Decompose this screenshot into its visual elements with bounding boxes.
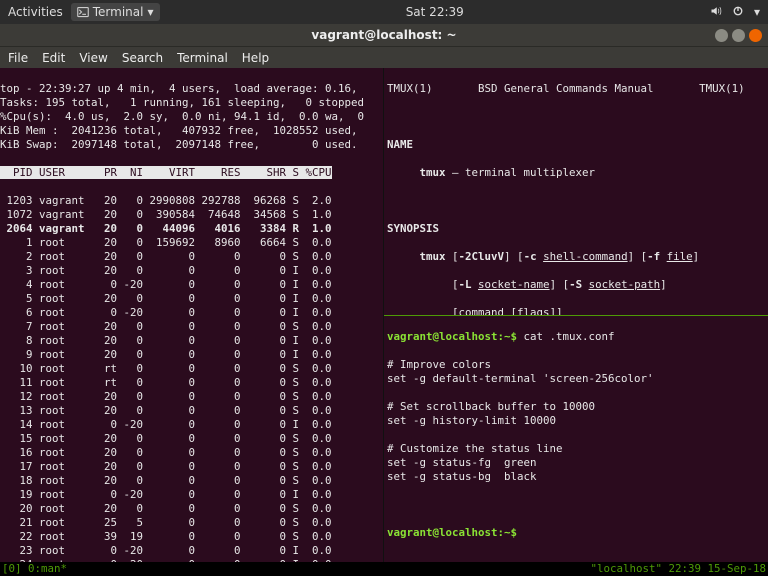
menu-edit[interactable]: Edit xyxy=(42,51,65,65)
clock[interactable]: Sat 22:39 xyxy=(160,5,710,19)
maximize-button[interactable] xyxy=(732,29,745,42)
window-titlebar: vagrant@localhost: ~ xyxy=(0,24,768,46)
window-title: vagrant@localhost: ~ xyxy=(311,28,456,42)
man-name-line: tmux — terminal multiplexer xyxy=(387,166,765,180)
minimize-button[interactable] xyxy=(715,29,728,42)
menu-help[interactable]: Help xyxy=(242,51,269,65)
shell-output: # Improve colors set -g default-terminal… xyxy=(387,358,765,484)
app-menu[interactable]: Terminal ▾ xyxy=(71,3,160,21)
power-icon[interactable] xyxy=(732,5,744,20)
menubar: File Edit View Search Terminal Help xyxy=(0,46,768,68)
menu-file[interactable]: File xyxy=(8,51,28,65)
man-synopsis-1: tmux [-2CluvV] [-c shell-command] [-f fi… xyxy=(387,250,765,264)
man-header: TMUX(1) BSD General Commands Manual TMUX… xyxy=(387,82,765,96)
tmux-statusbar: [0] 0:man* "localhost" 22:39 15-Sep-18 xyxy=(0,562,768,576)
tmux-pane-shell[interactable]: vagrant@localhost:~$ cat .tmux.conf # Im… xyxy=(384,316,768,576)
man-section-name: NAME xyxy=(387,138,765,152)
shell-prompt: vagrant@localhost:~$ xyxy=(387,526,517,539)
shell-prompt: vagrant@localhost:~$ xyxy=(387,330,517,343)
menu-view[interactable]: View xyxy=(79,51,107,65)
shell-command: cat .tmux.conf xyxy=(517,330,615,343)
tmux-status-right: "localhost" 22:39 15-Sep-18 xyxy=(590,562,766,576)
man-synopsis-2: [-L socket-name] [-S socket-path] xyxy=(387,278,765,292)
activities-button[interactable]: Activities xyxy=(8,5,63,19)
man-section-synopsis: SYNOPSIS xyxy=(387,222,765,236)
top-columns-header: PID USER PR NI VIRT RES SHR S %CPU xyxy=(0,166,332,179)
menu-search[interactable]: Search xyxy=(122,51,163,65)
chevron-down-icon: ▾ xyxy=(147,5,153,19)
chevron-down-icon[interactable]: ▾ xyxy=(754,5,760,19)
man-synopsis-3: [command [flags]] xyxy=(387,306,765,316)
sound-icon[interactable] xyxy=(710,5,722,20)
tmux-status-left: [0] 0:man* xyxy=(2,562,67,576)
top-process-list: 1203 vagrant 20 0 2990808 292788 96268 S… xyxy=(0,194,383,576)
terminal[interactable]: top - 22:39:27 up 4 min, 4 users, load a… xyxy=(0,68,768,576)
close-button[interactable] xyxy=(749,29,762,42)
gnome-topbar: Activities Terminal ▾ Sat 22:39 ▾ xyxy=(0,0,768,24)
tmux-pane-top[interactable]: top - 22:39:27 up 4 min, 4 users, load a… xyxy=(0,68,384,576)
terminal-icon xyxy=(77,6,89,18)
tmux-pane-man[interactable]: TMUX(1) BSD General Commands Manual TMUX… xyxy=(384,68,768,316)
top-summary: top - 22:39:27 up 4 min, 4 users, load a… xyxy=(0,82,383,152)
menu-terminal[interactable]: Terminal xyxy=(177,51,228,65)
